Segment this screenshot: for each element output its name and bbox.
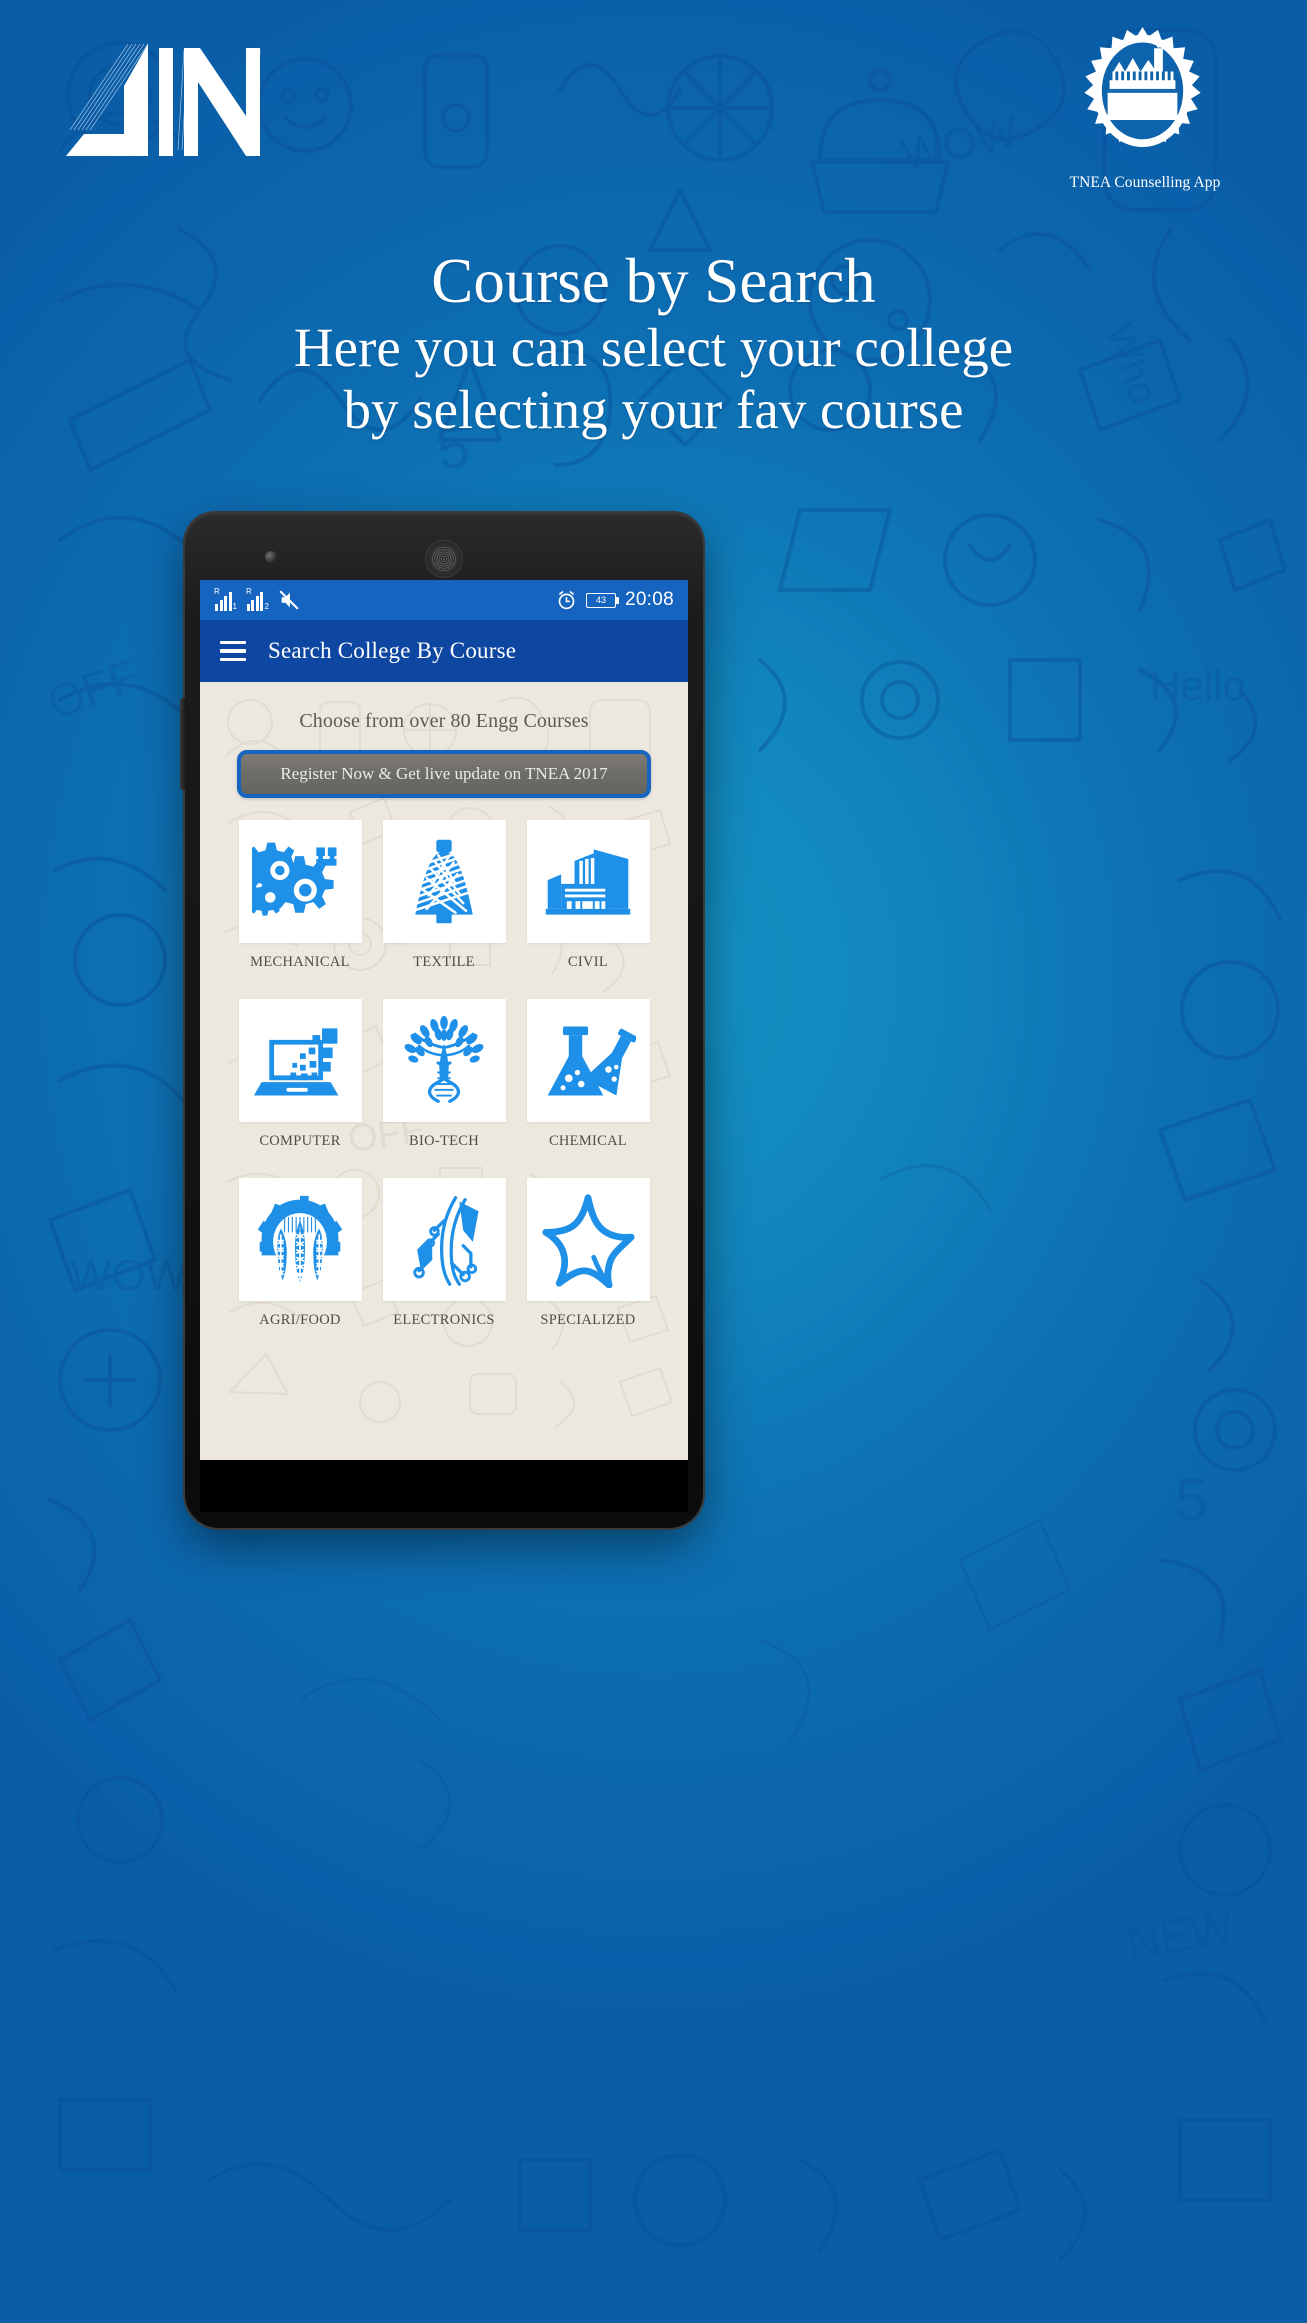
sim2-index-label: 2 <box>264 602 269 611</box>
course-label: MECHANICAL <box>250 954 350 970</box>
content-subtitle: Choose from over 80 Engg Courses <box>299 710 589 732</box>
headline-block: Course by Search Here you can select you… <box>0 245 1307 441</box>
course-tile-chemical[interactable]: CHEMICAL <box>526 999 651 1150</box>
course-tile-biotech[interactable]: BIO-TECH <box>382 999 507 1150</box>
course-label: COMPUTER <box>259 1133 341 1149</box>
hamburger-menu-icon[interactable] <box>220 641 246 661</box>
star-icon <box>526 1178 650 1301</box>
circuit-icon <box>382 1178 506 1301</box>
phone-mockup: R 1 R 2 43 20:08 Search College By Cours… <box>180 513 703 1528</box>
course-label: BIO-TECH <box>408 1133 480 1149</box>
laptop-icon <box>238 999 362 1122</box>
course-tile-computer[interactable]: COMPUTER <box>238 999 363 1150</box>
headline-line-2: Here you can select your college <box>293 317 1014 378</box>
course-label: AGRI/FOOD <box>259 1312 341 1328</box>
headline-line-3: by selecting your fav course <box>343 379 964 440</box>
course-label: CIVIL <box>567 954 609 970</box>
status-bar: R 1 R 2 43 20:08 <box>200 580 688 620</box>
sim1-index-label: 1 <box>232 602 237 611</box>
course-tile-agrifood[interactable]: AGRI/FOOD <box>238 1178 363 1329</box>
phone-earpiece <box>425 540 463 578</box>
sim1-roaming-label: R <box>214 587 220 596</box>
phone-volume-button <box>180 698 186 790</box>
course-tile-textile[interactable]: TEXTILE <box>382 820 507 971</box>
app-bar: Search College By Course <box>200 620 688 682</box>
battery-level-label: 43 <box>595 594 606 605</box>
sim1-signal-icon: R 1 <box>214 587 237 611</box>
alarm-clock-icon <box>558 590 575 609</box>
sim2-signal-icon: R 2 <box>245 587 269 611</box>
course-tile-mechanical[interactable]: MECHANICAL <box>238 820 363 971</box>
tnea-gear-emblem <box>1084 26 1201 148</box>
dna-tree-icon <box>382 999 506 1122</box>
phone-screen: R 1 R 2 43 20:08 Search College By Cours… <box>200 580 688 1460</box>
gear-wheat-icon <box>238 1178 362 1301</box>
status-bar-left: R 1 R 2 <box>214 587 300 611</box>
battery-icon: 43 <box>585 592 619 608</box>
course-label: CHEMICAL <box>548 1133 628 1149</box>
phone-front-camera <box>265 551 277 563</box>
headline-line-1: Course by Search <box>431 246 876 316</box>
ain-logo <box>66 43 261 156</box>
flasks-icon <box>526 999 650 1122</box>
app-bar-title: Search College By Course <box>268 638 517 663</box>
status-bar-clock: 20:08 <box>624 589 674 610</box>
app-content: OFF 5 Choose from over 80 Engg Courses R… <box>200 682 688 1460</box>
yarn-spool-icon <box>382 820 506 943</box>
sim2-roaming-label: R <box>245 587 252 596</box>
course-label: SPECIALIZED <box>540 1312 636 1328</box>
status-bar-right: 43 20:08 <box>556 589 674 611</box>
course-tile-civil[interactable]: CIVIL <box>526 820 651 971</box>
register-button[interactable]: Register Now & Get live update on TNEA 2… <box>237 750 651 798</box>
header: TNEA Counselling App <box>0 0 1307 260</box>
course-grid: MECHANICAL TEXTILE CIVIL COMPUTER BIO-TE… <box>200 820 688 1329</box>
buildings-icon <box>526 820 650 943</box>
phone-bottom-bezel <box>200 1460 688 1512</box>
emblem-caption: TNEA Counselling App <box>1069 174 1221 191</box>
course-label: TEXTILE <box>413 954 475 970</box>
course-tile-electronics[interactable]: ELECTRONICS <box>382 1178 507 1329</box>
mute-icon <box>279 590 299 610</box>
gears-icon <box>238 820 362 943</box>
course-label: ELECTRONICS <box>393 1312 495 1328</box>
course-tile-specialized[interactable]: SPECIALIZED <box>526 1178 651 1329</box>
